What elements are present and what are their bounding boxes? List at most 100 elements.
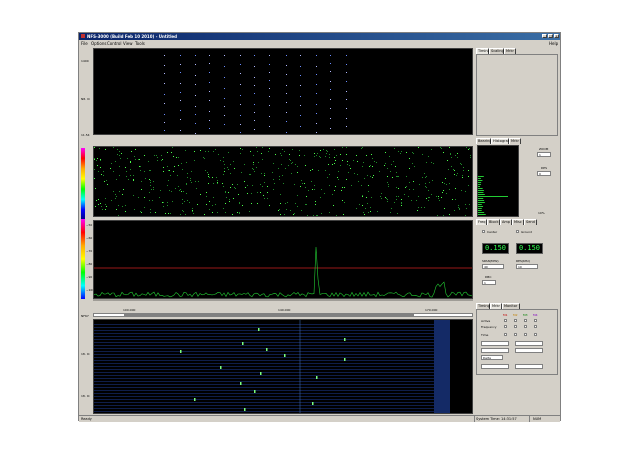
tab-block[interactable]: Block: [487, 219, 500, 225]
m1-active-checkbox[interactable]: [504, 319, 507, 322]
pulse-display[interactable]: [93, 48, 473, 135]
pulse-history-display[interactable]: [93, 319, 473, 414]
ground-checkbox[interactable]: [516, 230, 519, 233]
pulse-dot: [346, 99, 347, 100]
tab-mrkr-mid[interactable]: Mrkr: [509, 138, 521, 144]
dps-label: DPS: [541, 166, 548, 170]
m3-time-checkbox[interactable]: [524, 333, 527, 336]
waterfall-dot: [105, 204, 106, 205]
waterfall-dot: [244, 181, 245, 182]
center-checkbox[interactable]: [482, 230, 485, 233]
close-button[interactable]: x: [554, 34, 559, 38]
horizontal-scrollbar[interactable]: [93, 313, 473, 317]
maximize-button[interactable]: □: [548, 34, 553, 38]
tab-misc[interactable]: Misc: [512, 219, 524, 225]
waterfall-dot: [446, 184, 447, 185]
m4-active-checkbox[interactable]: [534, 319, 537, 322]
waterfall-dot: [94, 159, 95, 160]
waterfall-dot: [426, 176, 427, 177]
menu-control[interactable]: Control: [107, 41, 121, 46]
pulse-dot: [346, 64, 347, 65]
m3-freq-checkbox[interactable]: [524, 325, 527, 328]
waterfall-dot: [455, 188, 456, 189]
res-select[interactable]: 10: [516, 264, 538, 269]
waterfall-dot: [263, 195, 264, 196]
m2-active-checkbox[interactable]: [514, 319, 517, 322]
tab-amp[interactable]: Amp: [500, 219, 512, 225]
waterfall-display[interactable]: [93, 146, 473, 217]
waterfall-dot: [314, 153, 315, 154]
waterfall-dot: [405, 187, 406, 188]
waterfall-dot: [252, 185, 253, 186]
waterfall-dot: [95, 188, 96, 189]
waterfall-dot: [468, 170, 469, 171]
waterfall-dot: [364, 214, 365, 215]
m1-freq-checkbox[interactable]: [504, 325, 507, 328]
pulse-dot: [346, 91, 347, 92]
marker-field-1[interactable]: [481, 341, 509, 346]
waterfall-dot: [437, 215, 438, 216]
menu-tools[interactable]: Tools: [135, 41, 145, 46]
history-row: [94, 411, 434, 412]
waterfall-dot: [200, 194, 201, 195]
tab-bearing[interactable]: Bearing: [476, 138, 492, 144]
m2-time-checkbox[interactable]: [514, 333, 517, 336]
waterfall-dot: [336, 155, 337, 156]
m4-time-checkbox[interactable]: [534, 333, 537, 336]
histogram-bar: [478, 210, 482, 211]
waterfall-dot: [107, 184, 108, 185]
history-row: [94, 327, 434, 328]
waterfall-dot: [253, 169, 254, 170]
pulse-dot: [224, 88, 225, 89]
waterfall-dot: [457, 157, 458, 158]
m3-active-checkbox[interactable]: [524, 319, 527, 322]
waterfall-dot: [170, 213, 171, 214]
waterfall-dot: [454, 170, 455, 171]
history-row: [94, 366, 434, 367]
span-select[interactable]: 40: [482, 264, 504, 269]
waterfall-dot: [227, 167, 228, 168]
tab-send[interactable]: Send: [524, 219, 537, 225]
menu-help[interactable]: Help: [549, 41, 558, 46]
menu-options[interactable]: Options: [91, 41, 106, 46]
waterfall-dot: [370, 211, 371, 212]
zoom-select[interactable]: 1: [537, 152, 551, 157]
waterfall-dot: [429, 197, 430, 198]
dbc-select[interactable]: 1: [482, 280, 496, 285]
marker-header-m3: M3: [523, 313, 528, 317]
waterfall-dot: [179, 190, 180, 191]
tab-histogram[interactable]: Histogram: [491, 138, 511, 144]
minimize-button[interactable]: _: [542, 34, 547, 38]
waterfall-dot: [150, 182, 151, 183]
waterfall-dot: [357, 161, 358, 162]
waterfall-dot: [351, 185, 352, 186]
m1-time-checkbox[interactable]: [504, 333, 507, 336]
menu-view[interactable]: View: [123, 41, 133, 46]
waterfall-dot: [168, 213, 169, 214]
marker-field-3[interactable]: [481, 348, 509, 353]
waterfall-dot: [307, 215, 308, 216]
waterfall-dot: [113, 171, 114, 172]
m2-freq-checkbox[interactable]: [514, 325, 517, 328]
waterfall-dot: [422, 177, 423, 178]
waterfall-dot: [232, 214, 233, 215]
waterfall-dot: [350, 168, 351, 169]
marker-field-2[interactable]: [515, 341, 543, 346]
marker-mode-select[interactable]: Delta: [481, 355, 503, 360]
tab-freq[interactable]: Freq: [476, 219, 487, 225]
waterfall-dot: [228, 169, 229, 170]
title-bar[interactable]: NFS-3000 (Build Feb 10 2010) - Untitled …: [79, 33, 560, 40]
scrollbar-thumb[interactable]: [124, 314, 414, 316]
waterfall-dot: [466, 147, 467, 148]
pulse-dot: [269, 105, 270, 106]
pulse-dot: [346, 126, 347, 127]
pulse-dot: [254, 55, 255, 56]
dps-select[interactable]: 0: [537, 171, 551, 176]
history-row: [94, 345, 434, 346]
m4-freq-checkbox[interactable]: [534, 325, 537, 328]
spectrum-display[interactable]: [93, 220, 473, 299]
waterfall-dot: [295, 164, 296, 165]
marker-field-4[interactable]: [515, 348, 543, 353]
waterfall-dot: [253, 164, 254, 165]
waterfall-dot: [224, 171, 225, 172]
